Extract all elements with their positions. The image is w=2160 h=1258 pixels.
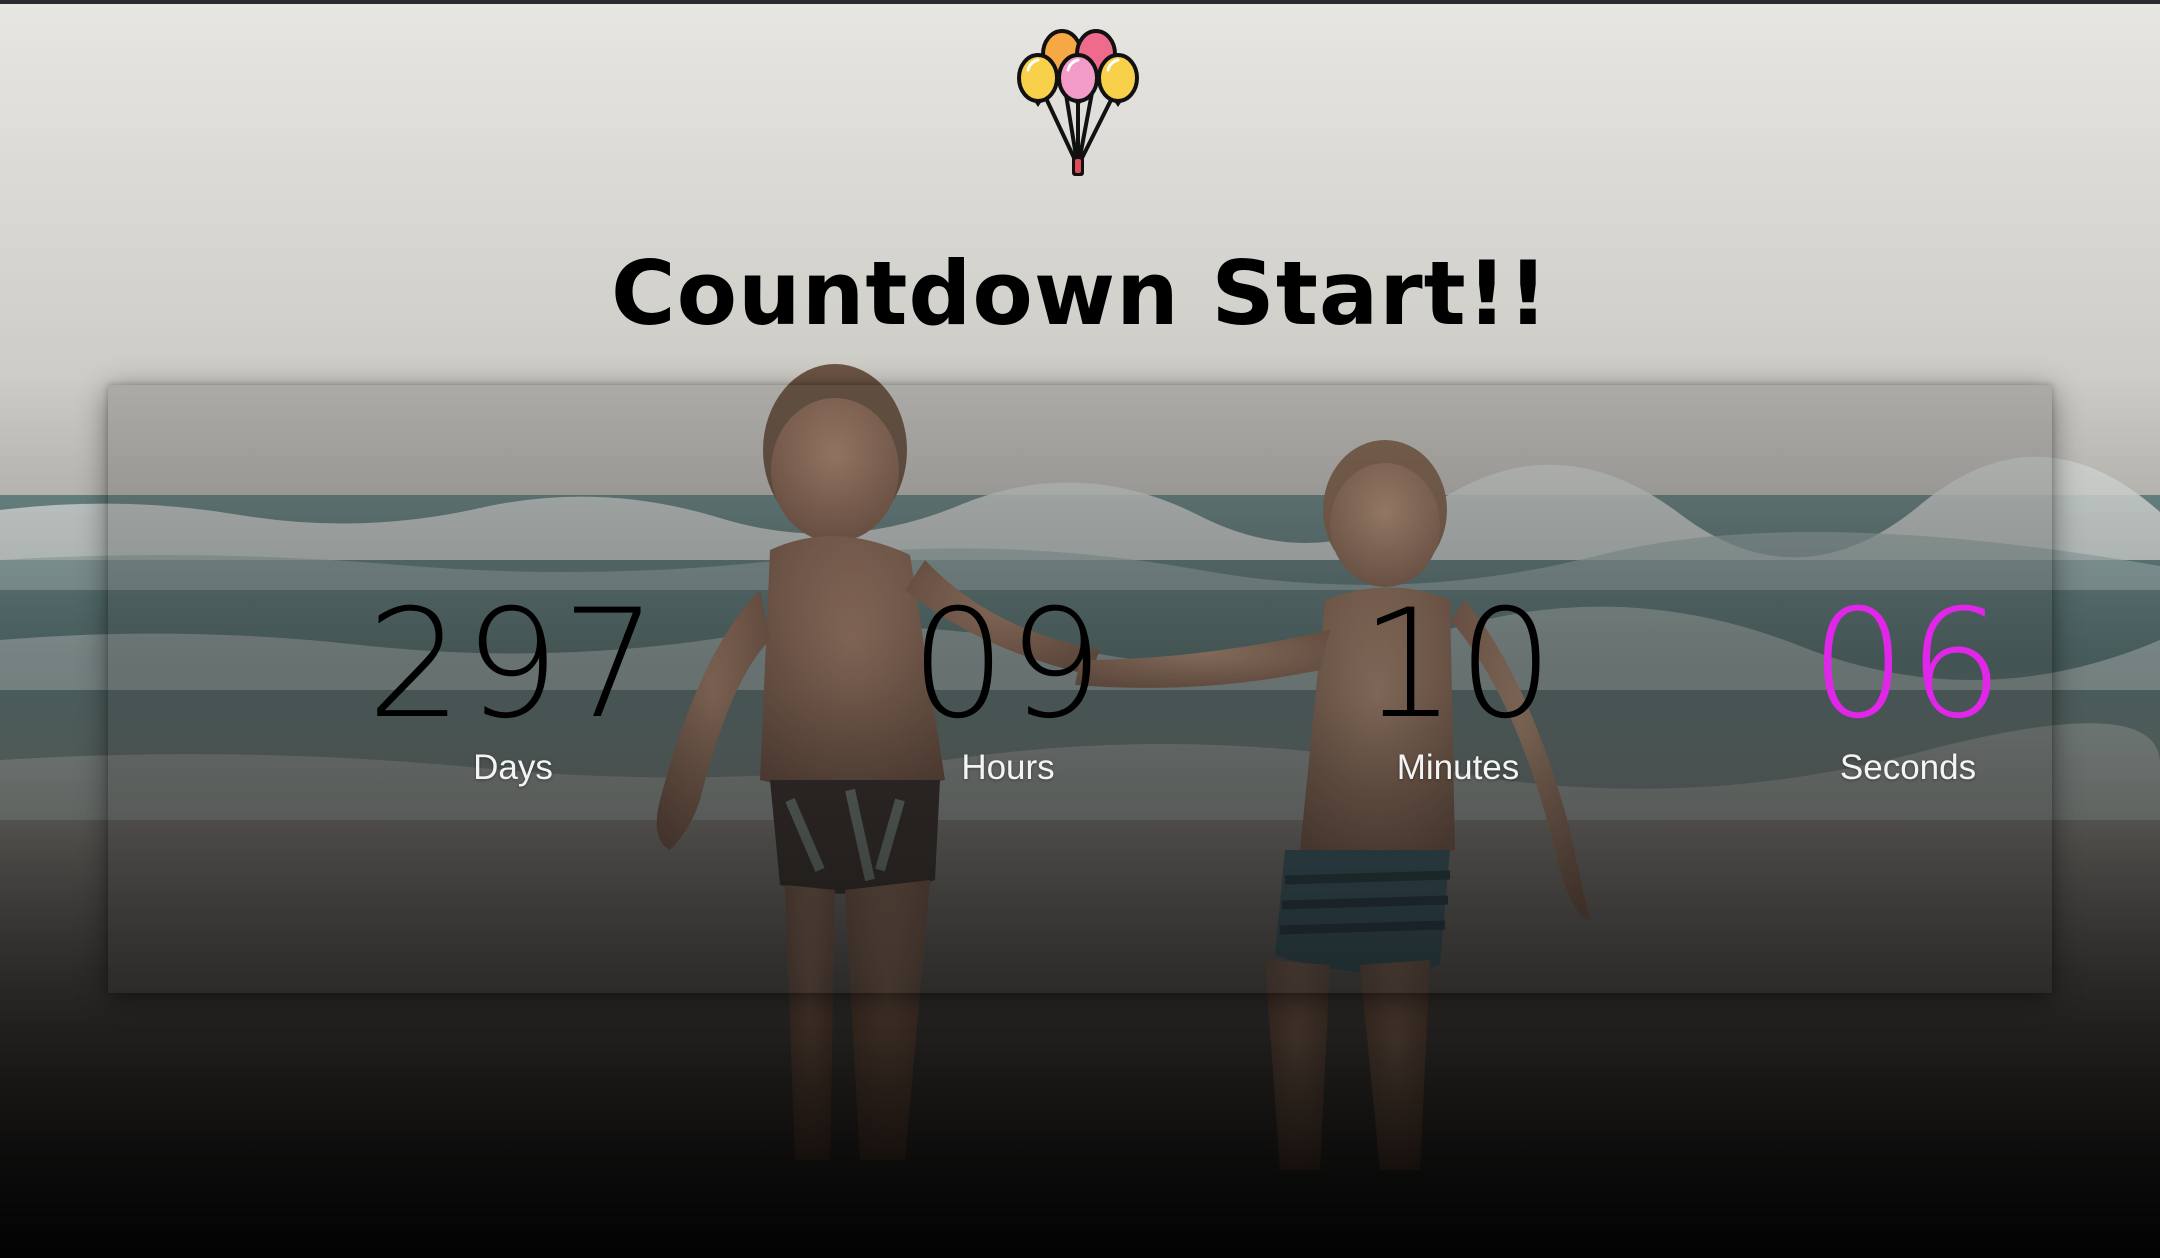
countdown-panel: 297 Days 09 Hours 10 Minutes 06 Seconds — [108, 385, 2052, 993]
days-label: Days — [473, 748, 553, 787]
top-edge-bar — [0, 0, 2160, 4]
countdown-page: Countdown Start!! 297 Days 09 Hours 10 M… — [0, 0, 2160, 1258]
countdown-hours: 09 Hours — [788, 590, 1228, 788]
hours-value: 09 — [910, 578, 1106, 752]
page-title: Countdown Start!! — [611, 242, 1549, 345]
seconds-label: Seconds — [1839, 748, 1977, 787]
countdown-seconds: 06 Seconds — [1688, 590, 2128, 788]
balloons-icon — [1014, 24, 1144, 180]
hours-label: Hours — [961, 748, 1055, 787]
minutes-label: Minutes — [1396, 748, 1520, 787]
countdown-minutes: 10 Minutes — [1238, 590, 1678, 788]
days-value: 297 — [366, 578, 660, 752]
minutes-value: 10 — [1360, 578, 1556, 752]
seconds-value: 06 — [1810, 578, 2006, 752]
countdown-days: 297 Days — [293, 590, 733, 788]
